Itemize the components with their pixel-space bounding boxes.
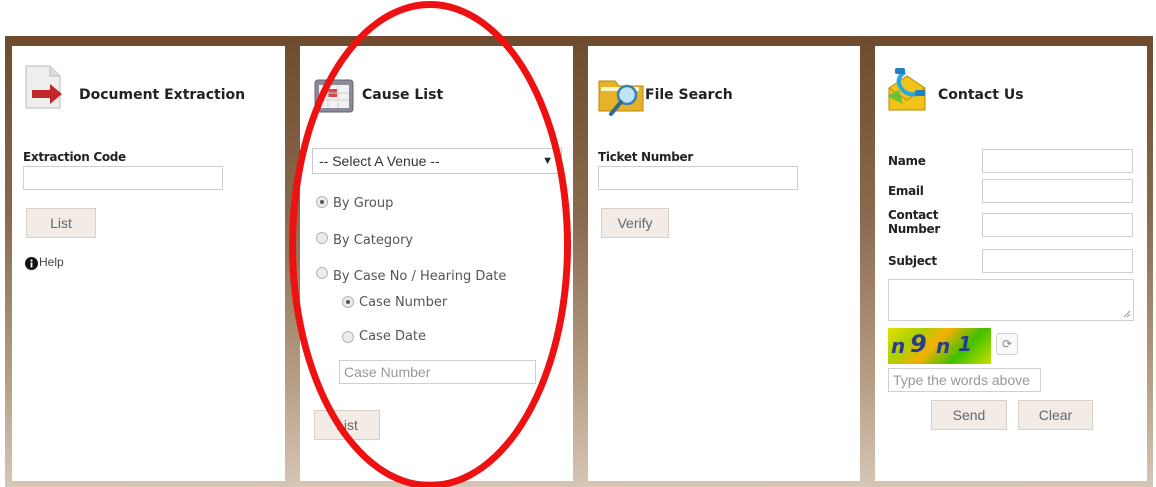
ticket-number-label: Ticket Number [598, 150, 693, 164]
subject-label: Subject [888, 254, 937, 268]
calendar-icon [314, 76, 354, 119]
send-button[interactable]: Send [931, 400, 1007, 430]
radio-label: Case Date [359, 329, 427, 344]
verify-button[interactable]: Verify [601, 208, 669, 238]
radio-label: By Case No / Hearing Date [333, 269, 507, 284]
contact-number-label-line2: Number [888, 222, 940, 236]
document-extraction-panel: Document Extraction Extraction Code List… [12, 46, 285, 481]
subject-input[interactable] [982, 249, 1133, 273]
venue-select[interactable]: -- Select A Venue -- ▼ [312, 148, 562, 174]
contact-number-input[interactable] [982, 213, 1133, 237]
folder-search-icon [597, 73, 651, 124]
document-arrow-icon [24, 64, 64, 115]
email-label: Email [888, 184, 924, 198]
cause-list-panel: Cause List -- Select A Venue -- ▼ By Gro… [300, 46, 573, 481]
list-button[interactable]: List [26, 208, 96, 238]
panel-title: Document Extraction [79, 87, 246, 103]
radio-case-number[interactable] [342, 296, 354, 308]
venue-select-value: -- Select A Venue -- [319, 153, 440, 169]
case-number-input[interactable]: Case Number [339, 360, 536, 384]
radio-by-group[interactable] [316, 196, 328, 208]
help-link[interactable]: Help [39, 255, 64, 269]
radio-by-case[interactable] [316, 267, 328, 279]
captcha-image: n 9 n 1 [888, 328, 991, 364]
name-input[interactable] [982, 149, 1133, 173]
refresh-icon: ⟳ [1001, 337, 1013, 351]
radio-label: By Group [333, 196, 394, 211]
radio-case-date[interactable] [342, 331, 354, 343]
clear-button[interactable]: Clear [1018, 400, 1093, 430]
extraction-code-label: Extraction Code [23, 150, 126, 164]
captcha-input[interactable]: Type the words above [888, 368, 1041, 392]
contact-number-label-line1: Contact [888, 208, 939, 222]
message-textarea[interactable] [888, 279, 1134, 321]
email-input[interactable] [982, 179, 1133, 203]
panel-title: Contact Us [938, 87, 1024, 103]
refresh-captcha-button[interactable]: ⟳ [996, 333, 1018, 355]
chevron-down-icon: ▼ [542, 155, 553, 167]
phone-envelope-icon [885, 66, 939, 121]
name-label: Name [888, 154, 926, 168]
extraction-code-input[interactable] [23, 166, 223, 190]
panel-title: Cause List [362, 87, 444, 103]
radio-by-category[interactable] [316, 232, 328, 244]
ticket-number-input[interactable] [598, 166, 798, 190]
resize-handle-icon[interactable] [1123, 310, 1131, 318]
contact-us-panel: Contact Us Name Email Contact Number Sub… [875, 46, 1147, 481]
info-icon[interactable] [25, 257, 38, 275]
file-search-panel: File Search Ticket Number Verify [588, 46, 860, 481]
radio-label: By Category [333, 233, 414, 248]
radio-label: Case Number [359, 295, 448, 310]
panel-title: File Search [645, 87, 733, 103]
list-button[interactable]: List [314, 410, 380, 440]
